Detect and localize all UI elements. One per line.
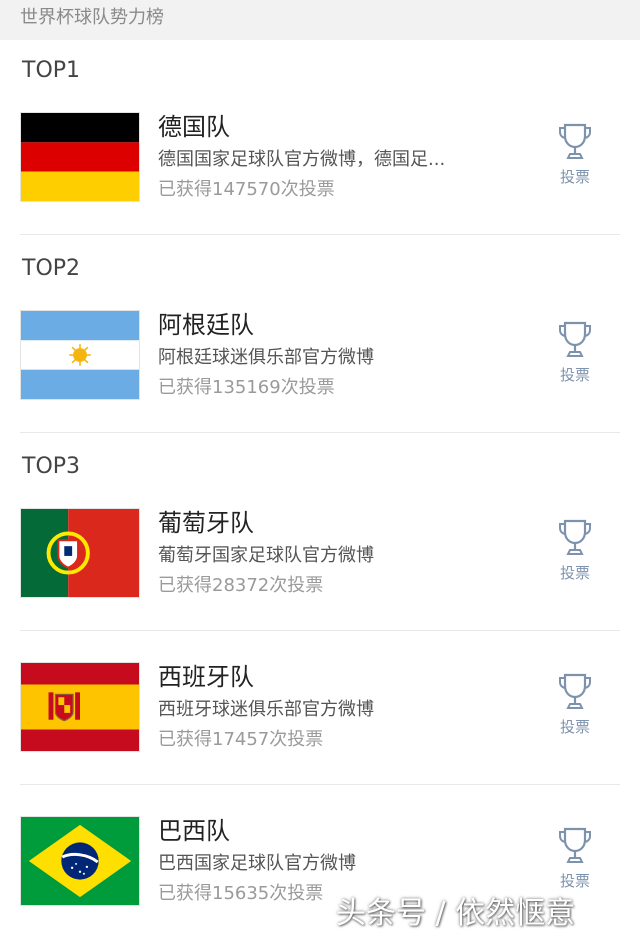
divider xyxy=(20,784,620,785)
flag-portugal-icon xyxy=(20,508,140,598)
watermark: 头条号 / 依然惬意 xyxy=(336,896,576,931)
team-name: 西班牙队 xyxy=(158,663,254,691)
team-description: 德国国家足球队官方微博，德国足... xyxy=(158,149,446,170)
team-description: 葡萄牙国家足球队官方微博 xyxy=(158,545,374,566)
team-vote-count: 已获得17457次投票 xyxy=(158,729,324,750)
vote-label: 投票 xyxy=(559,168,590,186)
page-header: 世界杯球队势力榜 xyxy=(0,0,640,40)
section-title-top2: TOP2 xyxy=(22,256,81,281)
trophy-icon xyxy=(559,827,591,863)
divider xyxy=(20,432,620,433)
flag-germany-icon xyxy=(20,112,140,202)
team-item-argentina[interactable]: 阿根廷队 阿根廷球迷俱乐部官方微博 已获得135169次投票 投票 xyxy=(0,310,640,430)
team-name: 葡萄牙队 xyxy=(158,509,254,537)
team-name: 德国队 xyxy=(158,113,230,141)
team-description: 阿根廷球迷俱乐部官方微博 xyxy=(158,347,374,368)
section-title-top1: TOP1 xyxy=(22,58,81,83)
vote-label: 投票 xyxy=(559,366,590,384)
vote-button[interactable]: 投票 xyxy=(546,518,604,590)
flag-spain-icon xyxy=(20,662,140,752)
vote-label: 投票 xyxy=(559,564,590,582)
vote-label: 投票 xyxy=(559,718,590,736)
team-vote-count: 已获得28372次投票 xyxy=(158,575,324,596)
trophy-icon xyxy=(559,321,591,357)
team-vote-count: 已获得147570次投票 xyxy=(158,179,335,200)
team-name: 阿根廷队 xyxy=(158,311,254,339)
flag-argentina-icon xyxy=(20,310,140,400)
vote-button[interactable]: 投票 xyxy=(546,672,604,744)
team-vote-count: 已获得135169次投票 xyxy=(158,377,335,398)
team-name: 巴西队 xyxy=(158,817,230,845)
divider xyxy=(20,630,620,631)
team-description: 巴西国家足球队官方微博 xyxy=(158,853,356,874)
trophy-icon xyxy=(559,123,591,159)
vote-button[interactable]: 投票 xyxy=(546,122,604,194)
team-item-germany[interactable]: 德国队 德国国家足球队官方微博，德国足... 已获得147570次投票 投票 xyxy=(0,112,640,232)
section-title-top3: TOP3 xyxy=(22,454,81,479)
trophy-icon xyxy=(559,519,591,555)
team-vote-count: 已获得15635次投票 xyxy=(158,883,324,904)
flag-brazil-icon xyxy=(20,816,140,906)
page-title: 世界杯球队势力榜 xyxy=(20,7,164,28)
vote-button[interactable]: 投票 xyxy=(546,320,604,392)
team-description: 西班牙球迷俱乐部官方微博 xyxy=(158,699,374,720)
divider xyxy=(20,234,620,235)
team-item-portugal[interactable]: 葡萄牙队 葡萄牙国家足球队官方微博 已获得28372次投票 投票 xyxy=(0,508,640,628)
trophy-icon xyxy=(559,673,591,709)
team-item-spain[interactable]: 西班牙队 西班牙球迷俱乐部官方微博 已获得17457次投票 投票 xyxy=(0,662,640,782)
